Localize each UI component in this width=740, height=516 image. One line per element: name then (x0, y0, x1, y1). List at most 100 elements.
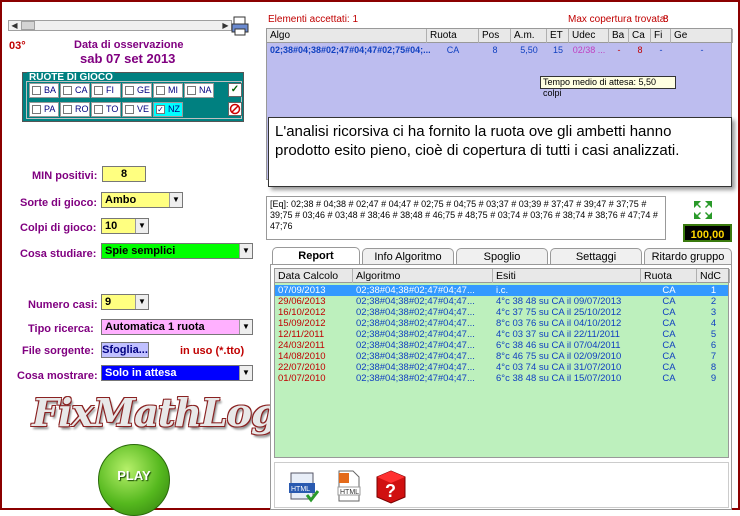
date-scrollbar[interactable]: ◀ ▶ (8, 20, 232, 31)
column-header[interactable]: NdC (697, 269, 730, 283)
ruota-checkbox-ro[interactable]: RO (60, 102, 90, 117)
checkbox-box[interactable] (63, 105, 72, 114)
tab-spoglio[interactable]: Spoglio (456, 248, 548, 264)
expand-icon[interactable] (692, 199, 714, 221)
html-file-icon[interactable]: HTML (335, 469, 363, 503)
ruota-checkbox-ca[interactable]: CA (60, 83, 90, 98)
checkbox-box[interactable] (63, 86, 72, 95)
elementi-accettati: Elementi accettati: 1 (268, 14, 359, 25)
table-cell: 15 (552, 45, 563, 55)
table-cell: 02;38#04;38#02;47#04;47... (356, 296, 475, 307)
html-export-icon[interactable]: HTML (289, 471, 320, 505)
table-row[interactable]: 14/08/2010 02;38#04;38#02;47#04;47... 8°c … (275, 351, 728, 362)
help-icon[interactable]: ? (373, 467, 409, 507)
column-header[interactable]: A.m. (511, 29, 547, 43)
printer-icon[interactable] (231, 16, 249, 36)
ruota-checkbox-ve[interactable]: VE (122, 102, 152, 117)
scroll-right-icon[interactable]: ▶ (220, 21, 231, 30)
checkbox-box[interactable] (187, 86, 196, 95)
table-cell: CA (446, 45, 460, 55)
table-cell: 4°c 38 48 su CA il 09/07/2013 (496, 296, 622, 307)
chevron-down-icon[interactable]: ▼ (239, 366, 252, 380)
column-header[interactable]: ET (547, 29, 569, 43)
ruota-checkbox-nz[interactable]: ✓ NZ (153, 102, 183, 117)
checkbox-box[interactable]: ✓ (156, 105, 165, 114)
play-button[interactable]: PLAY (98, 444, 170, 516)
checkbox-box[interactable] (125, 105, 134, 114)
min-positivi-input[interactable]: 8 (102, 166, 146, 182)
table-row[interactable]: 15/09/2012 02;38#04;38#02;47#04;47... 8°c … (275, 318, 728, 329)
checkbox-box[interactable] (32, 105, 41, 114)
column-header[interactable]: Pos (479, 29, 511, 43)
table-cell: - (700, 45, 704, 55)
cosa-studiare-select[interactable]: Spie semplici ▼ (101, 243, 253, 259)
column-header[interactable]: Algo (267, 29, 427, 43)
table-row[interactable]: 01/07/2010 02;38#04;38#02;47#04;47... 6°c … (275, 373, 728, 384)
ruota-label: FI (106, 85, 114, 95)
colpi-select[interactable]: 10 ▼ (101, 218, 149, 234)
min-positivi-label: MIN positivi: (32, 170, 98, 182)
ruote-group: RUOTE DI GIOCO BA CA FI GE MI NA PA RO TO VE ✓ NZ ✓ (22, 72, 244, 122)
deselect-all-button[interactable] (228, 102, 242, 116)
select-all-button[interactable]: ✓ (228, 83, 242, 97)
table-row[interactable]: 24/03/2011 02;38#04;38#02;47#04;47... 6°c … (275, 340, 728, 351)
scroll-left-icon[interactable]: ◀ (9, 21, 20, 30)
ruote-grid: BA CA FI GE MI NA PA RO TO VE ✓ NZ (26, 81, 242, 119)
table-cell: 02;38#04;38#02;47#04;47... (356, 362, 475, 373)
table-row[interactable]: 16/10/2012 02;38#04;38#02;47#04;47... 4°c … (275, 307, 728, 318)
column-header[interactable]: Algoritmo (353, 269, 493, 283)
checkbox-box[interactable] (94, 86, 103, 95)
report-grid[interactable]: Data Calcolo Algoritmo Esiti Ruota NdC 07/09/… (274, 268, 730, 458)
table-cell: 4°c 03 74 su CA il 31/07/2010 (496, 362, 622, 373)
cosa-mostrare-select[interactable]: Solo in attesa ▼ (101, 365, 253, 381)
ruota-checkbox-na[interactable]: NA (184, 83, 214, 98)
ruota-checkbox-to[interactable]: TO (91, 102, 121, 117)
scroll-thumb[interactable] (21, 21, 35, 30)
table-cell: 9 (710, 373, 717, 384)
checkbox-box[interactable] (32, 86, 41, 95)
tipo-ricerca-select[interactable]: Automatica 1 ruota ▼ (101, 319, 253, 335)
checkbox-box[interactable] (156, 86, 165, 95)
ruota-label: BA (44, 85, 57, 95)
table-row[interactable]: 07/09/2013 02;38#04;38#02;47#04;47... i.c.… (275, 285, 728, 296)
checkbox-box[interactable] (125, 86, 134, 95)
table-cell: 02;38#04;38#02;47#04;47... (356, 329, 475, 340)
table-row[interactable]: 12/11/2011 02;38#04;38#02;47#04;47... 4°c … (275, 329, 728, 340)
column-header[interactable]: Ca (629, 29, 651, 43)
column-header[interactable]: Data Calcolo (275, 269, 353, 283)
browse-button[interactable]: Sfoglia... (101, 342, 149, 358)
ruota-checkbox-ba[interactable]: BA (29, 83, 59, 98)
numero-casi-select[interactable]: 9 ▼ (101, 294, 149, 310)
chevron-down-icon[interactable]: ▼ (239, 320, 252, 334)
checkbox-box[interactable] (94, 105, 103, 114)
chevron-down-icon[interactable]: ▼ (135, 219, 148, 233)
column-header[interactable]: Ruota (641, 269, 697, 283)
equation-box[interactable]: [Eq]: 02;38 # 04;38 # 02;47 # 04;47 # 02… (266, 196, 666, 240)
ruota-checkbox-pa[interactable]: PA (29, 102, 59, 117)
tab-report[interactable]: Report (272, 247, 360, 265)
chevron-down-icon[interactable]: ▼ (135, 295, 148, 309)
column-header[interactable]: Ruota (427, 29, 479, 43)
cosa-mostrare-value: Solo in attesa (105, 367, 177, 379)
column-header[interactable]: Esiti (493, 269, 641, 283)
table-row[interactable]: 22/07/2010 02;38#04;38#02;47#04;47... 4°c … (275, 362, 728, 373)
table-cell: CA (662, 285, 676, 296)
ruota-checkbox-fi[interactable]: FI (91, 83, 121, 98)
column-header[interactable]: Ge (671, 29, 733, 43)
tab-info-algoritmo[interactable]: Info Algoritmo (362, 248, 454, 264)
chevron-down-icon[interactable]: ▼ (239, 244, 252, 258)
numero-casi-value: 9 (105, 296, 112, 308)
sorte-select[interactable]: Ambo ▼ (101, 192, 183, 208)
column-header[interactable]: Fi (651, 29, 671, 43)
ruota-checkbox-mi[interactable]: MI (153, 83, 183, 98)
table-cell: 12/11/2011 (278, 329, 325, 340)
column-header[interactable]: Ba (609, 29, 629, 43)
tab-settaggi[interactable]: Settaggi (550, 248, 642, 264)
chevron-down-icon[interactable]: ▼ (169, 193, 182, 207)
tab-ritardo-gruppo[interactable]: Ritardo gruppo (644, 248, 732, 264)
ruota-checkbox-ge[interactable]: GE (122, 83, 152, 98)
date-label: Data di osservazione (74, 39, 184, 51)
colpi-label: Colpi di gioco: (20, 222, 97, 234)
column-header[interactable]: Udec (569, 29, 609, 43)
table-row[interactable]: 29/06/2013 02;38#04;38#02;47#04;47... 4°c … (275, 296, 728, 307)
